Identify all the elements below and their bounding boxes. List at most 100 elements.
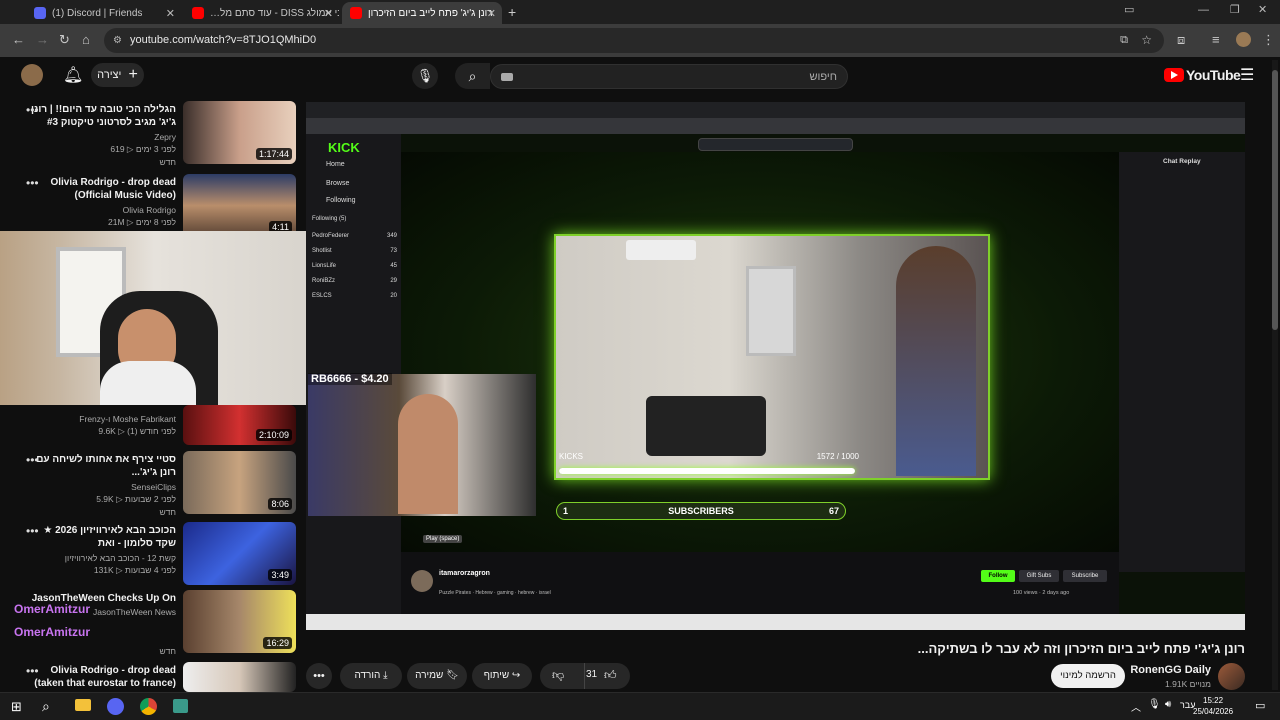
channel-name[interactable]: SenseiClips [16, 481, 176, 493]
like-icon[interactable]: 👍︎ [604, 668, 617, 683]
site-info-icon[interactable]: ⚙ [113, 28, 122, 53]
streamer-name[interactable]: itamarorzagron [439, 570, 490, 577]
new-tab-button[interactable]: + [508, 4, 516, 20]
account-avatar[interactable] [21, 64, 43, 86]
more-options-icon[interactable]: ••• [26, 176, 39, 190]
profile-avatar[interactable] [1236, 32, 1251, 47]
video-player[interactable]: KICK Home Browse Following Following (5)… [306, 102, 1245, 630]
channel-name[interactable]: Olivia Rodrigo [16, 204, 176, 216]
tab-youtube-diss[interactable]: קובי אמולג DISS - עוד סתם מל… ✕ [184, 2, 339, 24]
extensions-icon[interactable]: ⧈ [1177, 32, 1185, 48]
home-icon[interactable]: ⌂ [82, 32, 90, 47]
voice-search-icon[interactable]: 🎙︎ [412, 63, 438, 89]
minimize-button[interactable]: — [1198, 4, 1209, 16]
list-item[interactable]: 16:29 JasonTheWeen Checks Up On JasonThe… [0, 590, 300, 656]
notifications-bell-icon[interactable]: 🔔︎ [63, 65, 83, 85]
browser-menu-icon[interactable]: ⋮ [1262, 32, 1275, 48]
gift-subs-button[interactable]: Gift Subs [1019, 570, 1059, 582]
bookmark-star-icon[interactable]: ☆ [1141, 28, 1152, 53]
kick-search-input[interactable] [698, 138, 853, 151]
reload-icon[interactable]: ↻ [59, 32, 70, 48]
more-options-icon[interactable]: ••• [26, 664, 39, 678]
maximize-button[interactable]: ❐ [1230, 3, 1240, 16]
video-thumbnail[interactable] [183, 662, 296, 692]
download-button[interactable]: הורדה ⤓ [340, 663, 402, 689]
reading-list-icon[interactable]: ≡ [1212, 32, 1220, 47]
following-item[interactable]: LionsLife 45 [312, 259, 397, 274]
following-item[interactable]: Shotlist 73 [312, 244, 397, 259]
channel-name[interactable]: קשת 12 - הכוכב הבא לאירוויזיון [16, 552, 176, 564]
video-thumbnail[interactable]: 4:11 [183, 174, 296, 237]
app-icon[interactable] [173, 699, 188, 713]
window-close-button[interactable]: ✕ [1258, 3, 1267, 16]
youtube-logo-icon[interactable] [1164, 68, 1184, 82]
channel-name[interactable]: Zepry [16, 131, 176, 143]
forward-icon[interactable]: → [36, 32, 49, 47]
list-item[interactable]: 8:06 סטיי צירף את אחותו לשיחה עם רונן ג'… [0, 451, 300, 517]
search-button[interactable]: ⌕ [455, 63, 490, 89]
channel-name-main[interactable]: RonenGG Daily [1111, 664, 1211, 676]
discord-icon[interactable] [107, 698, 124, 715]
address-input[interactable]: ⚙ youtube.com/watch?v=8TJO1QMhiD0 ⧉ ☆ [104, 28, 1164, 53]
cast-icon[interactable]: ⧉ [1120, 28, 1128, 53]
subscribers-start: 1 [563, 506, 569, 516]
create-button[interactable]: יצירה + [91, 63, 144, 87]
video-thumbnail[interactable]: 8:06 [183, 451, 296, 514]
kick-follow-button[interactable]: Follow [981, 570, 1015, 582]
youtube-logo-text[interactable]: YouTube [1186, 67, 1241, 83]
tab-youtube-current[interactable]: רונן ג'יג' פתח לייב ביום הזיכרון ✕ [342, 2, 502, 24]
following-item[interactable]: ESLCS 20 [312, 289, 397, 304]
notification-center-icon[interactable]: ▭ [1255, 699, 1265, 712]
more-actions-icon[interactable]: ••• [306, 663, 332, 689]
video-title[interactable]: הגלילה הכי טובה עד היום!! | רונן ג'יג' מ… [26, 103, 176, 129]
close-icon[interactable]: ✕ [324, 7, 333, 20]
list-item[interactable]: 1:17:44 הגלילה הכי טובה עד היום!! | רונן… [0, 101, 300, 167]
kick-nav-home[interactable]: Home [326, 161, 345, 168]
video-title[interactable]: הכוכב הבא לאירוויזיון 2026 ★ שקד סלומון … [26, 524, 176, 550]
kick-nav-following[interactable]: Following [326, 197, 356, 204]
subscribe-button[interactable]: הרשמה למינוי [1051, 664, 1125, 688]
scrollbar-thumb[interactable] [1272, 70, 1278, 330]
chrome-icon[interactable] [140, 698, 157, 715]
dislike-icon[interactable]: 👎︎ [552, 668, 564, 683]
video-title[interactable]: סטיי צירף את אחותו לשיחה עם רונן ג'יג'..… [26, 453, 176, 479]
tab-search-icon[interactable]: ▭ [1124, 3, 1134, 16]
more-options-icon[interactable]: ••• [26, 524, 39, 538]
more-options-icon[interactable]: ••• [26, 103, 39, 117]
list-item[interactable]: Olivia Rodrigo - drop dead (taken that e… [0, 662, 300, 692]
back-icon[interactable]: ← [12, 32, 25, 47]
clock-date[interactable]: 25/04/2026 [1193, 707, 1233, 716]
close-icon[interactable]: ✕ [487, 7, 496, 20]
mic-icon[interactable]: 🎙︎ [1148, 699, 1161, 710]
video-thumbnail[interactable]: 3:49 [183, 522, 296, 585]
channel-avatar[interactable] [1218, 663, 1245, 690]
channel-name[interactable]: Frenzy-ו Moshe Fabrikant [16, 413, 176, 425]
video-title[interactable]: Olivia Rodrigo - drop dead (taken that e… [26, 664, 176, 690]
page-scrollbar[interactable] [1272, 60, 1278, 690]
video-thumbnail[interactable]: 16:29 [183, 590, 296, 653]
list-item[interactable]: 3:49 הכוכב הבא לאירוויזיון 2026 ★ שקד סל… [0, 522, 300, 588]
save-button[interactable]: שמירה 🔖︎ [407, 663, 467, 689]
video-thumbnail[interactable]: 2:10:09 [183, 405, 296, 445]
video-title[interactable]: Olivia Rodrigo - drop dead (Official Mus… [26, 176, 176, 202]
following-item[interactable]: RoniBZz 29 [312, 274, 397, 289]
following-item[interactable]: PedroFederer 349 [312, 229, 397, 244]
keyboard-icon[interactable] [501, 73, 513, 81]
video-thumbnail[interactable]: 1:17:44 [183, 101, 296, 164]
kick-logo[interactable]: KICK [328, 140, 360, 155]
search-input[interactable]: חיפוש [490, 64, 848, 89]
clock-time[interactable]: 15:22 [1203, 696, 1223, 705]
streamer-avatar[interactable] [411, 570, 433, 592]
kick-subscribe-button[interactable]: Subscribe [1063, 570, 1107, 582]
close-icon[interactable]: ✕ [166, 7, 175, 20]
more-options-icon[interactable]: ••• [26, 453, 39, 467]
tab-discord[interactable]: (1) Discord | Friends ✕ [26, 2, 181, 24]
windows-start-icon[interactable]: ⊞ [11, 699, 22, 715]
file-explorer-icon[interactable] [75, 699, 91, 711]
volume-icon[interactable]: 🔊︎ [1165, 699, 1171, 710]
tray-chevron-icon[interactable]: ︿ [1131, 699, 1141, 714]
kick-nav-browse[interactable]: Browse [326, 180, 349, 187]
search-icon[interactable]: ⌕ [42, 698, 50, 715]
share-button[interactable]: שיתוף ↪ [472, 663, 532, 689]
guide-menu-icon[interactable]: ☰ [1240, 65, 1254, 85]
